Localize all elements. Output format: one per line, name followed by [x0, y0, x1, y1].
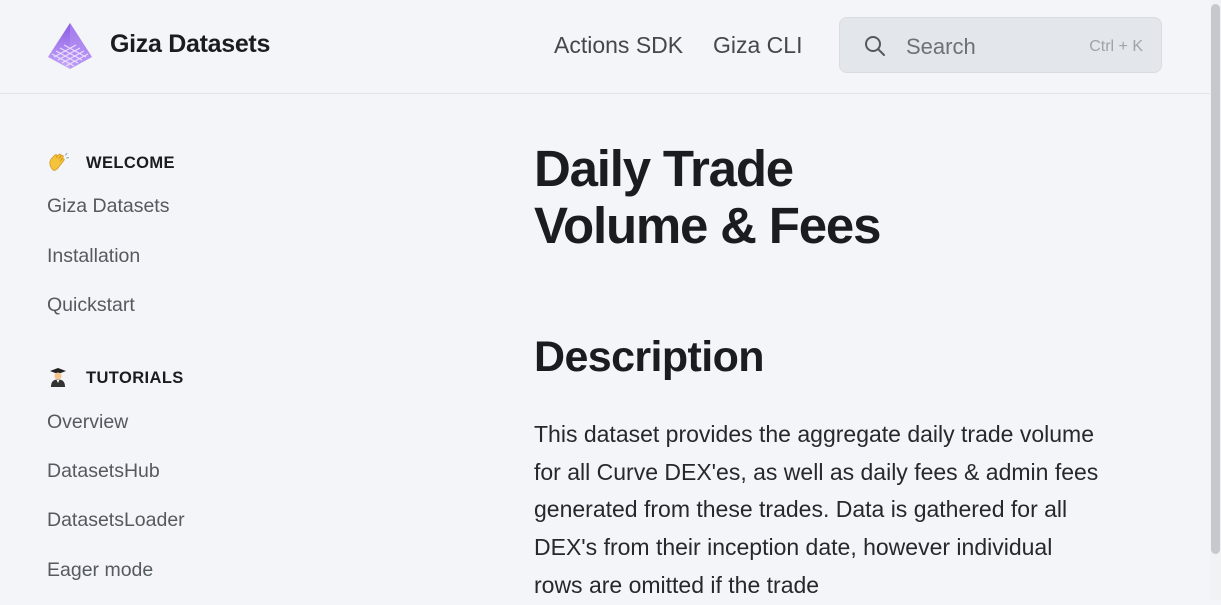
nav-giza-cli[interactable]: Giza CLI [713, 32, 802, 59]
description-paragraph: This dataset provides the aggregate dail… [534, 421, 1099, 598]
sidebar-section-title: TUTORIALS [86, 369, 184, 387]
page-scrollbar[interactable] [1210, 0, 1221, 600]
sidebar-item-giza-datasets[interactable]: Giza Datasets [47, 195, 169, 218]
student-icon [50, 368, 66, 387]
scrollbar-thumb[interactable] [1211, 4, 1220, 554]
top-header: Giza Datasets Actions SDK Giza CLI Searc… [0, 0, 1221, 94]
search-icon [865, 36, 885, 56]
waving-hand-icon [49, 153, 69, 171]
brand-name[interactable]: Giza Datasets [110, 30, 270, 59]
page-title: Daily Trade Volume & Fees [534, 140, 1134, 254]
sidebar-item-overview[interactable]: Overview [47, 411, 128, 434]
search-box[interactable]: Search Ctrl + K [839, 17, 1162, 73]
sidebar-item-datasetsloader[interactable]: DatasetsLoader [47, 509, 185, 532]
sidebar-section-title: WELCOME [86, 154, 175, 172]
sidebar-item-quickstart[interactable]: Quickstart [47, 294, 135, 317]
nav-actions-sdk[interactable]: Actions SDK [554, 32, 683, 59]
description-heading: Description [534, 333, 765, 381]
search-shortcut: Ctrl + K [1089, 38, 1143, 55]
search-placeholder: Search [906, 34, 976, 59]
sidebar-item-eager-mode[interactable]: Eager mode [47, 559, 153, 582]
page-title-line2: Volume & Fees [534, 197, 881, 254]
page-title-line1: Daily Trade [534, 140, 794, 197]
pyramid-logo-icon[interactable] [47, 21, 93, 71]
sidebar-section-welcome: WELCOME [47, 152, 175, 173]
sidebar-section-tutorials: TUTORIALS [47, 367, 184, 388]
sidebar-item-datasetshub[interactable]: DatasetsHub [47, 460, 160, 483]
sidebar-item-installation[interactable]: Installation [47, 245, 140, 268]
